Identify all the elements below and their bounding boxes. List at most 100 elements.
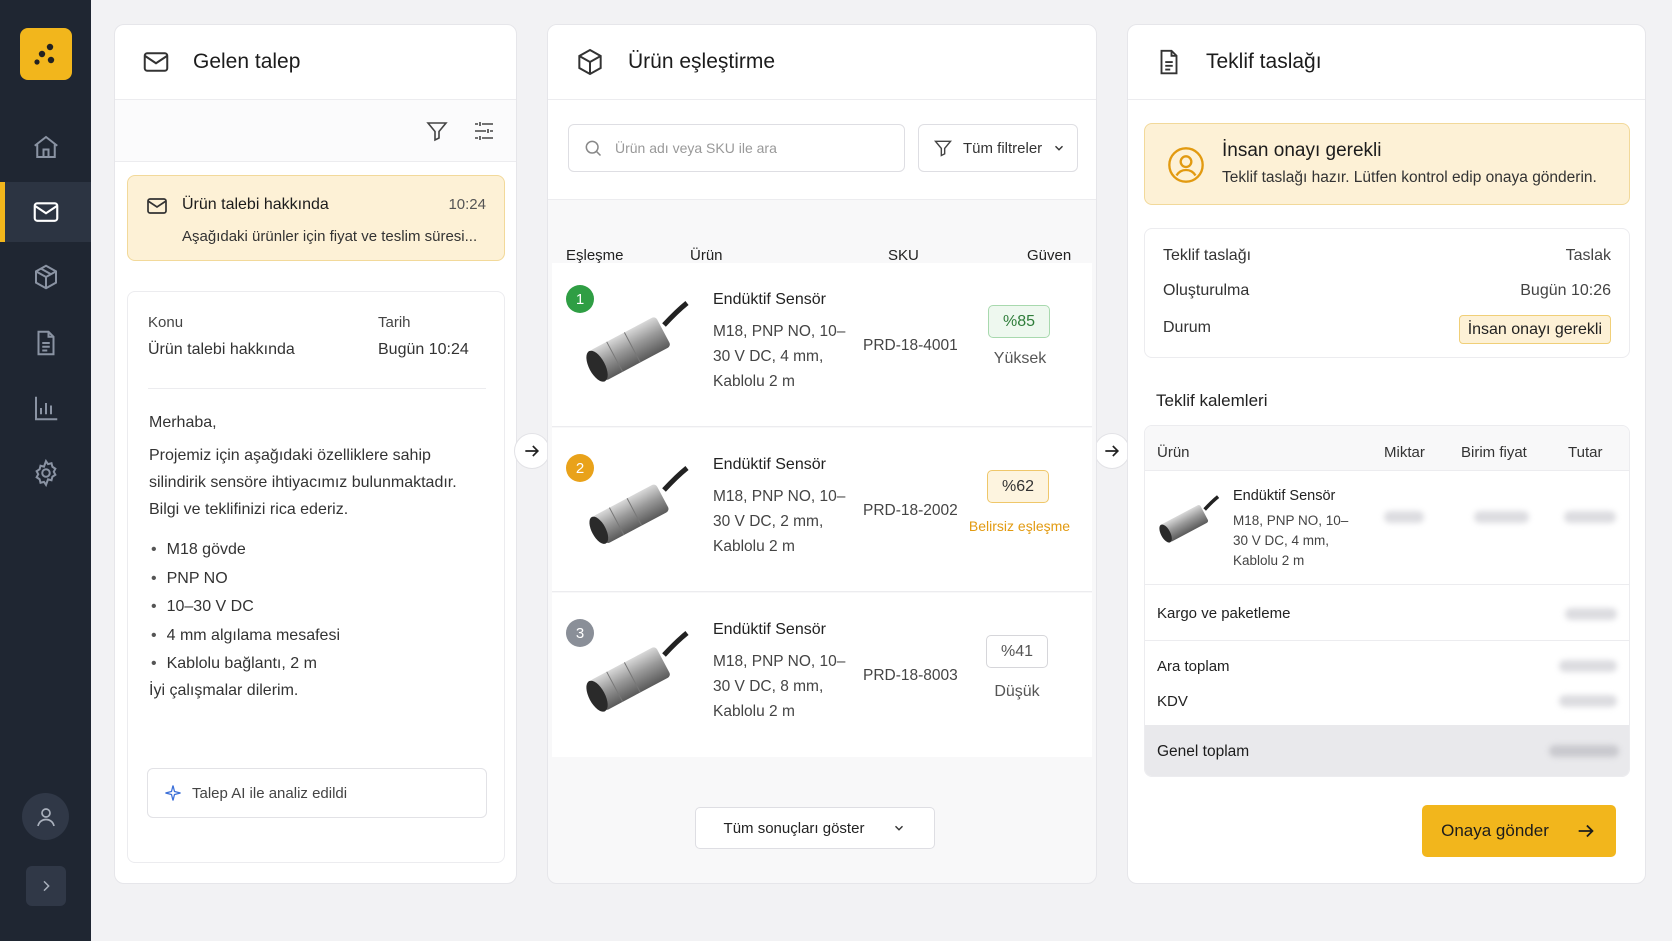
col-confidence: Güven [1027,247,1072,264]
approval-text: Teklif taslağı hazır. Lütfen kontrol edi… [1222,169,1597,186]
quote-items-table: Ürün Miktar Birim fiyat Tutar Endüktif S… [1144,425,1630,777]
confidence-badge: %62 [987,470,1049,503]
approval-title: İnsan onayı gerekli [1222,140,1382,161]
arrow-right-icon [1578,824,1594,838]
date-label: Tarih [378,314,411,331]
shipping-label: Kargo ve paketleme [1157,605,1291,622]
draft-label: Teklif taslağı [1163,247,1252,264]
list-settings-icon[interactable] [472,119,496,143]
mail-icon [33,202,58,222]
submit-label: Onaya gönder [1441,821,1549,840]
all-filters-button[interactable]: Tüm filtreler [918,124,1078,172]
grand-total-row: Genel toplam [1145,725,1629,776]
subject-label: Konu [148,314,184,331]
product-sku: PRD-18-8003 [863,667,958,684]
product-name: Endüktif Sensör [713,456,826,473]
subject-value: Ürün talebi hakkında [148,341,295,358]
shipping-row: Kargo ve paketleme [1145,585,1629,641]
table-row[interactable]: 2 Endüktif Sensör M18, PNP NO, 10–30 V D… [552,428,1092,592]
list-item: 4 mm algılama mesafesi [149,622,340,651]
message-card[interactable]: Ürün talebi hakkında 10:24 Aşağıdaki ürü… [127,175,505,261]
redacted-qty [1384,511,1424,523]
greeting: Merhaba, [149,414,217,431]
quote-title: Teklif taslağı [1206,50,1322,73]
list-item: M18 gövde [149,536,340,565]
product-name: Endüktif Sensör [713,291,826,308]
filter-icon [933,140,953,157]
app-logo[interactable] [20,28,72,80]
user-avatar[interactable] [22,793,69,840]
mail-icon [143,52,169,72]
quote-header: Teklif taslağı [1128,25,1645,100]
table-row[interactable]: 3 Endüktif Sensör M18, PNP NO, 10–30 V D… [552,593,1092,757]
tax-label: KDV [1157,693,1188,710]
submit-for-approval-button[interactable]: Onaya gönder [1422,805,1616,857]
sensor-image [589,466,689,544]
search-bar: Ürün adı veya SKU ile ara Tüm filtreler [548,100,1096,200]
status-badge: İnsan onayı gerekli [1458,315,1611,344]
nav-inbox[interactable] [0,182,91,242]
next-step-arrow [514,433,550,469]
table-row[interactable]: Endüktif Sensör M18, PNP NO, 10–30 V DC,… [1145,471,1629,585]
show-all-label: Tüm sonuçları göster [723,819,865,837]
sparkle-icon [165,785,181,801]
col-unit-price: Birim fiyat [1461,444,1527,461]
total-label: Genel toplam [1157,743,1250,760]
arrow-right-icon [525,445,540,457]
redacted-subtotal [1559,660,1617,672]
created-label: Oluşturulma [1163,282,1250,299]
sensor-image [586,631,689,712]
nav-settings[interactable] [0,443,91,503]
list-item: Kablolu bağlantı, 2 m [149,650,340,679]
filter-label: Tüm filtreler [963,139,1043,157]
arrow-right-icon [1105,445,1120,457]
confidence-badge: %41 [986,635,1048,668]
chevron-down-icon [895,825,904,831]
user-icon [36,807,55,826]
search-placeholder: Ürün adı veya SKU ile ara [615,140,777,156]
created-value: Bugün 10:26 [1520,282,1611,299]
logo-dots-icon [34,43,55,65]
show-all-results-button[interactable]: Tüm sonuçları göster [695,807,935,849]
nav-quotes[interactable] [0,313,91,373]
inbox-toolbar [115,100,516,162]
bar-chart-icon [34,396,57,421]
filter-icon[interactable] [425,119,449,143]
message-time: 10:24 [448,196,486,213]
col-sku: SKU [888,247,919,264]
chevron-right-icon [43,880,50,892]
product-sku: PRD-18-4001 [863,337,958,354]
draft-value: Taslak [1565,247,1611,264]
message-detail: Konu Ürün talebi hakkında Tarih Bugün 10… [127,291,505,863]
inbox-panel: Gelen talep Ürün talebi hakkında 10:24 A… [114,24,517,884]
redacted-total [1549,745,1619,757]
product-spec: M18, PNP NO, 10–30 V DC, 4 mm, Kablolu 2… [713,323,846,390]
mail-icon [147,198,167,214]
sensor-image [586,301,689,382]
confidence-badge: %85 [988,305,1050,338]
list-item: PNP NO [149,565,340,594]
matching-header: Ürün eşleştirme [548,25,1096,100]
chevron-down-icon [1055,145,1064,151]
product-search-input[interactable]: Ürün adı veya SKU ile ara [568,124,905,172]
table-row[interactable]: 1 Endüktif Sensör M18, PNP NO, 10–30 V D… [552,263,1092,427]
approval-banner: İnsan onayı gerekli Teklif taslağı hazır… [1144,123,1630,205]
message-body: Merhaba, Projemiz için aşağıdaki özellik… [149,409,489,523]
document-icon [37,330,54,356]
sensor-image [1159,495,1220,543]
document-icon [1160,49,1178,75]
expand-sidebar-button[interactable] [26,866,66,906]
requirement-list: M18 gövde PNP NO 10–30 V DC 4 mm algılam… [149,536,340,679]
nav-products[interactable] [0,247,91,307]
confidence-level: Belirsiz eşleşme [968,518,1071,534]
box-icon [34,264,57,290]
nav-reports[interactable] [0,378,91,438]
user-circle-icon [1168,147,1204,183]
nav-home[interactable] [0,117,91,177]
ai-analysis-note: Talep AI ile analiz edildi [147,768,487,818]
gear-icon [34,458,57,488]
list-item: 10–30 V DC [149,593,340,622]
confidence-level: Yüksek [993,350,1047,367]
redacted-amount [1564,511,1616,523]
item-name: Endüktif Sensör [1233,488,1336,504]
